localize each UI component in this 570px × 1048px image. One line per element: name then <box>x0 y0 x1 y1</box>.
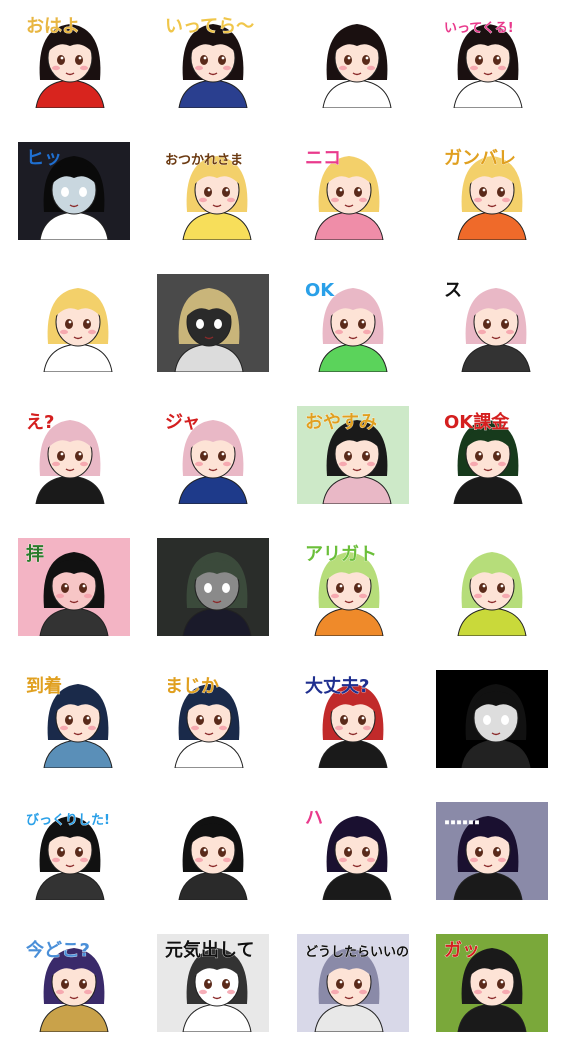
sticker-girl-morning-yawn[interactable]: おはよ <box>18 10 130 108</box>
sticker-caption: おつかれさま <box>165 153 243 168</box>
sticker-caption: いってくる! <box>444 21 514 36</box>
sticker-caption: OK <box>305 280 335 301</box>
sticker-illustration <box>18 274 130 372</box>
sticker-illustration: 大丈夫? <box>297 670 409 768</box>
sticker-illustration: びっくりした! <box>18 802 130 900</box>
sticker-pinkhair-huh[interactable]: え? <box>18 406 130 504</box>
sticker-illustration: 今どこ? <box>18 934 130 1032</box>
sticker-caption: 今どこ? <box>26 939 90 961</box>
sticker-greenboy-dark[interactable] <box>157 538 269 636</box>
sticker-illustration: え? <box>18 406 130 504</box>
sticker-illustration: おやすみ <box>297 406 409 504</box>
sticker-illustration: ニコ <box>297 142 409 240</box>
sticker-blonde-gloomy[interactable] <box>157 274 269 372</box>
sticker-purplehair-where[interactable]: 今どこ? <box>18 934 130 1032</box>
sticker-caption: ス <box>444 280 462 301</box>
sticker-illustration: 到着 <box>18 670 130 768</box>
sticker-caption: OK課金 <box>444 411 510 433</box>
sticker-caption: びっくりした! <box>26 813 110 828</box>
sticker-blonde-smile[interactable]: ニコ <box>297 142 409 240</box>
sticker-manga-genki[interactable]: 元気出して <box>157 934 269 1032</box>
sticker-grid: おはよ いってら〜 いってくる! ヒッ おつかれさま ニコ ガンバレ OK スえ? ジャ おやすみ O… <box>0 0 570 1048</box>
sticker-greenboy-goodnight[interactable]: おやすみ <box>297 406 409 504</box>
sticker-redhair-daijoubu[interactable]: 大丈夫? <box>297 670 409 768</box>
sticker-blonde-cheer[interactable]: ガンバレ <box>436 142 548 240</box>
sticker-caption: ガッ <box>444 940 480 961</box>
sticker-pinkhair-jump[interactable]: ジャ <box>157 406 269 504</box>
sticker-illustration <box>157 274 269 372</box>
sticker-illustration <box>436 670 548 768</box>
sticker-manga-doushitara[interactable]: どうしたらいいのか… <box>297 934 409 1032</box>
sticker-girl-shocked-dark[interactable]: ヒッ <box>18 142 130 240</box>
sticker-illustration: まじか <box>157 670 269 768</box>
sticker-duo-dark[interactable] <box>436 670 548 768</box>
sticker-illustration: OK <box>297 274 409 372</box>
sticker-blackhair-bikkuri[interactable]: びっくりした! <box>18 802 130 900</box>
sticker-illustration: ヒッ <box>18 142 130 240</box>
sticker-greenboy-ok-kakin[interactable]: OK課金 <box>436 406 548 504</box>
sticker-illustration: おつかれさま <box>157 142 269 240</box>
sticker-caption: 元気出して <box>165 939 254 961</box>
sticker-caption: ニコ <box>305 148 341 169</box>
sticker-illustration: ジャ <box>157 406 269 504</box>
sticker-pinkhair-sleeping[interactable]: ス <box>436 274 548 372</box>
sticker-illustration: おはよ <box>18 10 130 108</box>
sticker-caption: おやすみ <box>305 412 377 433</box>
sticker-blonde-closeup[interactable] <box>18 274 130 372</box>
sticker-girl-see-you[interactable]: いってら〜 <box>157 10 269 108</box>
sticker-pinkhair-ok[interactable]: OK <box>297 274 409 372</box>
sticker-illustration: いってくる! <box>436 10 548 108</box>
sticker-caption: 到着 <box>26 675 62 697</box>
sticker-glasses-seriously[interactable]: まじか <box>157 670 269 768</box>
sticker-purplehair-serious[interactable]: …… <box>436 802 548 900</box>
sticker-caption: まじか <box>165 676 219 697</box>
sticker-caption: ハ <box>305 808 323 829</box>
sticker-greenhair-party[interactable] <box>436 538 548 636</box>
sticker-glasses-arrived[interactable]: 到着 <box>18 670 130 768</box>
sticker-illustration: ガンバレ <box>436 142 548 240</box>
sticker-illustration <box>436 538 548 636</box>
sticker-illustration: ス <box>436 274 548 372</box>
sticker-blackhair-happy[interactable] <box>157 802 269 900</box>
sticker-greenboy-worship[interactable]: 拝 <box>18 538 130 636</box>
sticker-caption: アリガト <box>305 544 377 565</box>
sticker-illustration: ガッ <box>436 934 548 1032</box>
sticker-caption: 大丈夫? <box>305 675 369 697</box>
sticker-illustration: 元気出して <box>157 934 269 1032</box>
sticker-illustration: どうしたらいいのか… <box>297 934 409 1032</box>
sticker-caption: え? <box>26 412 54 433</box>
sticker-illustration: いってら〜 <box>157 10 269 108</box>
sticker-caption: どうしたらいいのか… <box>305 945 409 960</box>
sticker-blonde-otsukare[interactable]: おつかれさま <box>157 142 269 240</box>
sticker-illustration: OK課金 <box>436 406 548 504</box>
sticker-caption: …… <box>444 808 480 829</box>
sticker-illustration: …… <box>436 802 548 900</box>
sticker-caption: 拝 <box>26 544 44 565</box>
sticker-caption: ジャ <box>165 412 200 433</box>
sticker-caption: ガンバレ <box>444 148 516 169</box>
sticker-caption: いってら〜 <box>165 16 254 37</box>
sticker-greenhair-thanks[interactable]: アリガト <box>297 538 409 636</box>
sticker-caption: ヒッ <box>26 148 62 169</box>
sticker-illustration: アリガト <box>297 538 409 636</box>
sticker-illustration: 拝 <box>18 538 130 636</box>
sticker-illustration <box>297 10 409 108</box>
sticker-purplehair-ha[interactable]: ハ <box>297 802 409 900</box>
sticker-caption: おはよ <box>26 16 80 37</box>
sticker-duo-hug[interactable]: ガッ <box>436 934 548 1032</box>
sticker-girl-blush[interactable] <box>297 10 409 108</box>
sticker-illustration: ハ <box>297 802 409 900</box>
sticker-illustration <box>157 802 269 900</box>
sticker-illustration <box>157 538 269 636</box>
sticker-girl-going[interactable]: いってくる! <box>436 10 548 108</box>
